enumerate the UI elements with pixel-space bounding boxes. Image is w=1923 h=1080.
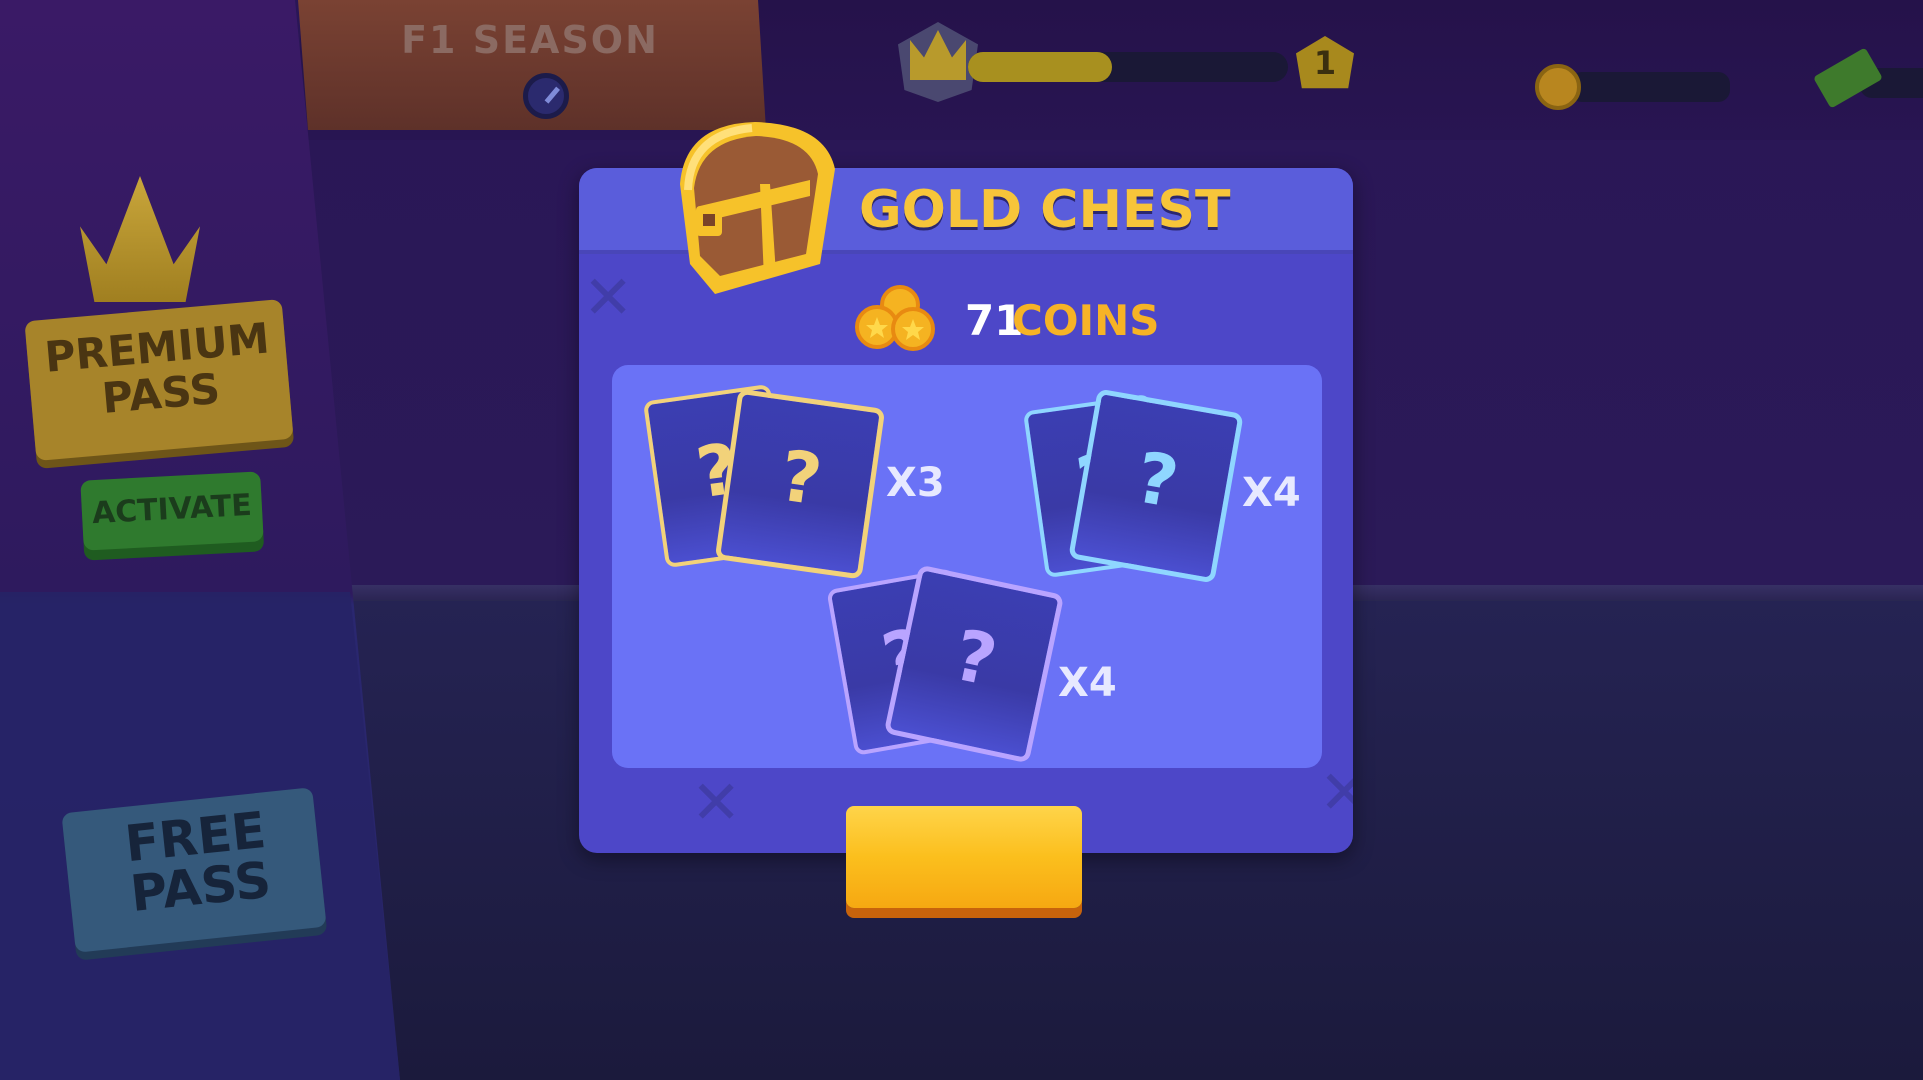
reward-multiplier: X4 (1058, 660, 1117, 706)
card-question-mark: ? (775, 434, 827, 522)
timer-icon (523, 73, 569, 119)
decor-cross: ✕ (583, 263, 634, 333)
decor-cross: ✕ (1319, 758, 1353, 828)
card-question-mark: ? (946, 613, 1004, 703)
level-number: 1 (1313, 44, 1337, 82)
claim-button[interactable] (846, 806, 1082, 908)
reward-multiplier: X4 (1242, 470, 1301, 516)
chest-icon (680, 122, 835, 294)
season-title: F1 SEASON (401, 18, 659, 62)
coin-icon (1535, 64, 1581, 110)
reward-multiplier: X3 (886, 460, 945, 506)
activate-button[interactable]: ACTIVATE (80, 471, 264, 551)
coin-stack-icon (855, 285, 935, 351)
coin-balance-bar (1570, 72, 1730, 102)
decor-cross: ✕ (691, 768, 742, 838)
mystery-card-icon: ? (714, 388, 886, 580)
dialog-title: GOLD CHEST (859, 180, 1231, 240)
xp-bar-fill (968, 52, 1112, 82)
mystery-card-icon: ? (1068, 388, 1244, 584)
coins-label: COINS (1012, 296, 1160, 345)
card-question-mark: ? (1129, 436, 1185, 524)
